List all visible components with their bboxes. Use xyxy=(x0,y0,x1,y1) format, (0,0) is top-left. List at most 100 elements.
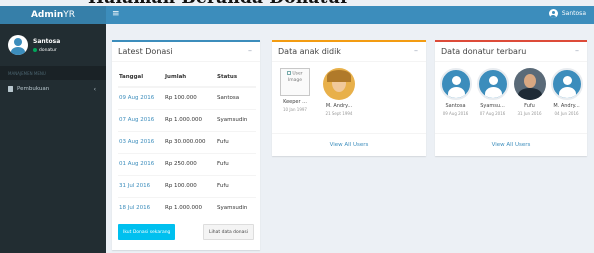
user-menu[interactable]: Santosa xyxy=(548,9,586,18)
table-row: 01 Aug 2016 Rp 250.000 Fufu xyxy=(118,152,256,175)
broken-image-icon: User Image xyxy=(280,68,310,96)
table-row: 07 Aug 2016 Rp 1.000.000 Syamsudin xyxy=(118,108,256,131)
sidebar-user-info: Santosa donatur xyxy=(33,38,60,53)
minus-icon: – xyxy=(575,46,579,55)
user-photo xyxy=(513,68,546,100)
donors-header: Data donatur terbaru – xyxy=(435,42,587,62)
row-status: Santosa xyxy=(216,86,256,109)
latest-donations-box: Latest Donasi – Tanggal Jumlah Status 09… xyxy=(112,40,260,250)
user-item[interactable]: User Image Keeper ... 10 Jan 1997 xyxy=(276,68,314,116)
students-title: Data anak didik xyxy=(278,47,341,56)
user-item[interactable]: M. Andry... 04 Jun 2016 xyxy=(548,68,585,116)
row-date-link[interactable]: 31 Jul 2016 xyxy=(118,174,164,197)
donors-box: Data donatur terbaru – Santosa 09 Aug 20… xyxy=(435,40,587,156)
row-date-link[interactable]: 09 Aug 2016 xyxy=(118,86,164,109)
user-avatar-icon xyxy=(550,68,583,100)
user-name-link[interactable]: Keeper ... xyxy=(283,99,307,105)
brand-logo[interactable]: Admin YR xyxy=(0,6,106,24)
user-item[interactable]: Santosa 09 Aug 2016 xyxy=(437,68,474,116)
table-row: 31 Jul 2016 Rp 100.000 Fufu xyxy=(118,174,256,197)
user-item[interactable]: Syamsu... 07 Aug 2016 xyxy=(474,68,511,116)
row-status: Syamsudin xyxy=(216,108,256,131)
sidebar-menu-header: MANAJEMEN MENU xyxy=(0,66,106,80)
image-placeholder-icon xyxy=(287,71,292,75)
latest-donations-title: Latest Donasi xyxy=(118,47,173,56)
collapse-button[interactable]: – xyxy=(414,46,418,55)
column-header-tanggal: Tanggal xyxy=(118,68,164,88)
book-icon xyxy=(8,86,13,92)
user-date: 10 Jan 1997 xyxy=(283,107,307,112)
user-name-link[interactable]: Fufu xyxy=(524,103,535,109)
latest-donations-header: Latest Donasi – xyxy=(112,42,260,62)
table-row: 09 Aug 2016 Rp 100.000 Santosa xyxy=(118,86,256,109)
user-item[interactable]: Fufu 31 Jun 2016 xyxy=(511,68,548,116)
sidebar-item-pembukuan[interactable]: Pembukuan ‹ xyxy=(0,80,106,98)
user-name-link[interactable]: M. Andry... xyxy=(553,103,579,109)
row-amount: Rp 30.000.000 xyxy=(164,130,216,153)
top-navbar: ≡ Santosa xyxy=(106,6,594,24)
minus-icon: – xyxy=(414,46,418,55)
sidebar-toggle-button[interactable]: ≡ xyxy=(112,9,120,19)
sidebar-user-name: Santosa xyxy=(33,37,61,45)
row-status: Syamsudin xyxy=(216,196,256,219)
view-all-users-link[interactable]: View All Users xyxy=(272,142,426,148)
user-date: 09 Aug 2016 xyxy=(442,111,469,116)
students-box: Data anak didik – User Image Keeper ... … xyxy=(272,40,426,156)
row-amount: Rp 1.000.000 xyxy=(164,108,216,131)
table-row: 18 Jul 2016 Rp 1.000.000 Syamsudin xyxy=(118,196,256,219)
row-status: Fufu xyxy=(216,152,256,175)
brand-part1: Admin xyxy=(30,10,64,20)
brand-part2: YR xyxy=(63,10,76,20)
user-photo xyxy=(323,68,355,100)
online-status-icon xyxy=(33,48,37,52)
view-donations-button[interactable]: Lihat data donasi xyxy=(203,224,254,240)
row-date-link[interactable]: 18 Jul 2016 xyxy=(118,196,164,219)
row-status: Fufu xyxy=(216,130,256,153)
row-date-link[interactable]: 07 Aug 2016 xyxy=(118,108,164,131)
user-name-link[interactable]: Santosa xyxy=(445,103,465,109)
row-date-link[interactable]: 03 Aug 2016 xyxy=(118,130,164,153)
user-avatar-icon xyxy=(476,68,509,100)
row-date-link[interactable]: 01 Aug 2016 xyxy=(118,152,164,175)
sidebar-item-label: Pembukuan xyxy=(17,86,50,92)
chevron-left-icon: ‹ xyxy=(93,85,96,93)
user-date: 04 Jun 2016 xyxy=(554,111,579,116)
donations-table: Tanggal Jumlah Status 09 Aug 2016 Rp 100… xyxy=(118,68,256,219)
column-header-status: Status xyxy=(216,68,256,88)
user-date: 31 Jun 2016 xyxy=(517,111,542,116)
row-amount: Rp 1.000.000 xyxy=(164,196,216,219)
row-amount: Rp 250.000 xyxy=(164,152,216,175)
sidebar-avatar-icon xyxy=(8,35,28,55)
column-header-jumlah: Jumlah xyxy=(164,68,216,88)
donors-title: Data donatur terbaru xyxy=(441,47,527,56)
hamburger-icon: ≡ xyxy=(112,9,120,19)
user-date: 07 Aug 2016 xyxy=(479,111,506,116)
collapse-button[interactable]: – xyxy=(248,46,252,55)
user-item[interactable]: M. Andry... 21 Sept 1994 xyxy=(320,68,358,116)
minus-icon: – xyxy=(248,46,252,55)
box-footer-divider xyxy=(435,133,587,134)
students-list: User Image Keeper ... 10 Jan 1997 M. And… xyxy=(276,68,422,116)
user-avatar-icon xyxy=(548,9,558,18)
row-status: Fufu xyxy=(216,174,256,197)
row-amount: Rp 100.000 xyxy=(164,174,216,197)
table-row: 03 Aug 2016 Rp 30.000.000 Fufu xyxy=(118,130,256,153)
view-all-users-link[interactable]: View All Users xyxy=(435,142,587,148)
user-avatar-icon xyxy=(439,68,472,100)
students-header: Data anak didik – xyxy=(272,42,426,62)
user-date: 21 Sept 1994 xyxy=(325,111,353,116)
admin-dashboard: Halaman Beranda Donatur AdminYR ≡ Santos… xyxy=(0,0,594,253)
sidebar-user-role: donatur xyxy=(33,48,60,53)
box-footer-divider xyxy=(272,133,426,134)
donate-now-button[interactable]: Ikut Donasi sekarang xyxy=(118,224,176,240)
collapse-button[interactable]: – xyxy=(575,46,579,55)
row-amount: Rp 100.000 xyxy=(164,86,216,109)
user-menu-name: Santosa xyxy=(561,10,586,17)
user-name-link[interactable]: M. Andry... xyxy=(326,103,352,109)
donors-list: Santosa 09 Aug 2016 Syamsu... 07 Aug 201… xyxy=(437,68,585,116)
sidebar-user-role-label: donatur xyxy=(39,47,57,53)
user-name-link[interactable]: Syamsu... xyxy=(480,103,505,109)
sidebar: Santosa donatur MANAJEMEN MENU Pembukuan… xyxy=(0,24,106,253)
table-header-row: Tanggal Jumlah Status xyxy=(118,68,256,88)
sidebar-user-panel: Santosa donatur xyxy=(0,24,106,66)
